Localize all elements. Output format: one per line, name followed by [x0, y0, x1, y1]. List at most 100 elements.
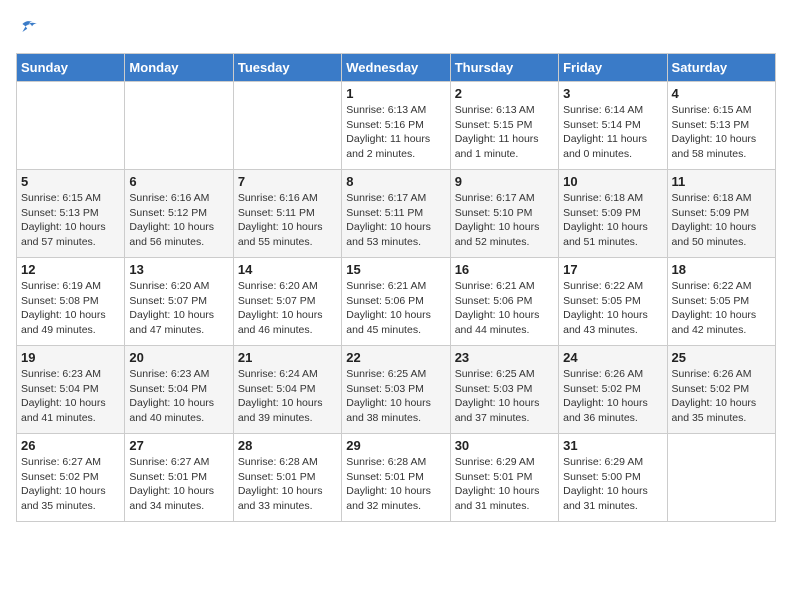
cell-line: Sunset: 5:04 PM	[238, 383, 316, 395]
day-number: 3	[563, 86, 662, 101]
cell-line: Daylight: 10 hours	[21, 485, 106, 497]
cell-line: Sunset: 5:02 PM	[21, 471, 99, 483]
day-number: 7	[238, 174, 337, 189]
cell-content: Sunrise: 6:19 AMSunset: 5:08 PMDaylight:…	[21, 279, 120, 338]
cell-line: Sunset: 5:11 PM	[238, 207, 315, 219]
cell-line: Sunrise: 6:22 AM	[672, 280, 752, 292]
cell-content: Sunrise: 6:22 AM Sunset: 5:05 PM Daylight:…	[672, 279, 771, 338]
cell-line: Daylight: 10 hours	[563, 309, 648, 321]
day-header-friday: Friday	[559, 54, 667, 82]
calendar-week-row: 12Sunrise: 6:19 AMSunset: 5:08 PMDayligh…	[17, 258, 776, 346]
cell-line: and 35 minutes.	[672, 412, 747, 424]
cell-content: Sunrise: 6:20 AMSunset: 5:07 PMDaylight:…	[238, 279, 337, 338]
cell-content: Sunrise: 6:20 AMSunset: 5:07 PMDaylight:…	[129, 279, 228, 338]
cell-line: Sunset: 5:16 PM	[346, 119, 424, 131]
calendar-cell: 3Sunrise: 6:14 AMSunset: 5:14 PMDaylight…	[559, 82, 667, 170]
day-number: 6	[129, 174, 228, 189]
day-number: 1	[346, 86, 445, 101]
cell-line: Sunrise: 6:29 AM	[455, 456, 535, 468]
cell-line: Sunrise: 6:16 AM	[238, 192, 318, 204]
cell-line: Sunrise: 6:15 AM	[21, 192, 101, 204]
day-number: 20	[129, 350, 228, 365]
day-header-wednesday: Wednesday	[342, 54, 450, 82]
calendar-cell: 20 Sunrise: 6:23 AMSunset: 5:04 PMDayligh…	[125, 346, 233, 434]
cell-line: Daylight: 11 hours	[346, 133, 430, 145]
cell-line: and 2 minutes.	[346, 148, 415, 160]
calendar-cell: 11Sunrise: 6:18 AMSunset: 5:09 PMDayligh…	[667, 170, 775, 258]
cell-line: Daylight: 10 hours	[563, 221, 648, 233]
cell-line: and 41 minutes.	[21, 412, 96, 424]
cell-line: Sunset: 5:01 PM	[238, 471, 316, 483]
cell-line: Daylight: 10 hours	[346, 309, 431, 321]
cell-line: Sunrise: 6:26 AM	[563, 368, 643, 380]
day-number: 16	[455, 262, 554, 277]
cell-line: Daylight: 10 hours	[238, 309, 323, 321]
calendar-cell: 30Sunrise: 6:29 AMSunset: 5:01 PMDayligh…	[450, 434, 558, 522]
cell-line: Daylight: 11 hours	[455, 133, 539, 145]
calendar-cell: 8 Sunrise: 6:17 AMSunset: 5:11 PMDaylight…	[342, 170, 450, 258]
cell-line: and 47 minutes.	[129, 324, 204, 336]
cell-line: Sunrise: 6:25 AM	[455, 368, 535, 380]
cell-line: and 1 minute.	[455, 148, 519, 160]
cell-line: Sunrise: 6:17 AM	[455, 192, 535, 204]
cell-line: Sunset: 5:14 PM	[563, 119, 641, 131]
cell-content: Sunrise: 6:16 AM Sunset: 5:11 PM Daylight:…	[238, 191, 337, 250]
cell-line: and 38 minutes.	[346, 412, 421, 424]
calendar-cell: 23Sunrise: 6:25 AMSunset: 5:03 PMDayligh…	[450, 346, 558, 434]
day-header-monday: Monday	[125, 54, 233, 82]
page-header	[16, 16, 776, 45]
cell-content: Sunrise: 6:14 AMSunset: 5:14 PMDaylight:…	[563, 103, 662, 162]
cell-line: Sunset: 5:13 PM	[672, 119, 750, 131]
calendar-cell: 21Sunrise: 6:24 AMSunset: 5:04 PMDayligh…	[233, 346, 341, 434]
cell-line: Sunrise: 6:25 AM	[346, 368, 426, 380]
cell-line: Daylight: 10 hours	[238, 221, 323, 233]
cell-line: Daylight: 10 hours	[563, 397, 648, 409]
cell-line: Sunrise: 6:19 AM	[21, 280, 101, 292]
cell-line: Daylight: 10 hours	[21, 397, 106, 409]
calendar-cell: 25Sunrise: 6:26 AMSunset: 5:02 PMDayligh…	[667, 346, 775, 434]
calendar-cell: 10Sunrise: 6:18 AMSunset: 5:09 PMDayligh…	[559, 170, 667, 258]
cell-line: Sunrise: 6:26 AM	[672, 368, 752, 380]
calendar-week-row: 26Sunrise: 6:27 AMSunset: 5:02 PMDayligh…	[17, 434, 776, 522]
cell-line: Sunset: 5:09 PM	[563, 207, 641, 219]
day-number: 5	[21, 174, 120, 189]
cell-line: Sunrise: 6:21 AM	[346, 280, 426, 292]
cell-content: Sunrise: 6:13 AM Sunset: 5:16 PM Daylight:…	[346, 103, 445, 162]
cell-line: Sunrise: 6:14 AM	[563, 104, 643, 116]
day-number: 26	[21, 438, 120, 453]
cell-line: Daylight: 10 hours	[346, 485, 431, 497]
cell-line: Sunrise: 6:29 AM	[563, 456, 643, 468]
cell-line: and 43 minutes.	[563, 324, 638, 336]
cell-line: Daylight: 10 hours	[129, 397, 214, 409]
cell-line: and 0 minutes.	[563, 148, 632, 160]
cell-line: and 52 minutes.	[455, 236, 530, 248]
cell-line: Daylight: 10 hours	[672, 309, 757, 321]
cell-content: Sunrise: 6:23 AMSunset: 5:04 PMDaylight:…	[129, 367, 228, 426]
cell-line: Daylight: 10 hours	[672, 133, 757, 145]
cell-line: Daylight: 10 hours	[455, 309, 540, 321]
cell-line: and 31 minutes.	[563, 500, 638, 512]
cell-content: Sunrise: 6:21 AMSunset: 5:06 PMDaylight:…	[346, 279, 445, 338]
calendar-cell: 5Sunrise: 6:15 AMSunset: 5:13 PMDaylight…	[17, 170, 125, 258]
calendar-cell: 1 Sunrise: 6:13 AM Sunset: 5:16 PM Daylight…	[342, 82, 450, 170]
day-number: 11	[672, 174, 771, 189]
cell-line: and 45 minutes.	[346, 324, 421, 336]
cell-line: Daylight: 10 hours	[346, 397, 431, 409]
cell-content: Sunrise: 6:17 AMSunset: 5:11 PMDaylight:…	[346, 191, 445, 250]
cell-line: Sunset: 5:05 PM	[672, 295, 750, 307]
cell-line: and 31 minutes.	[455, 500, 530, 512]
day-number: 14	[238, 262, 337, 277]
day-number: 30	[455, 438, 554, 453]
cell-content: Sunrise: 6:13 AMSunset: 5:15 PMDaylight:…	[455, 103, 554, 162]
calendar-week-row: 5Sunrise: 6:15 AMSunset: 5:13 PMDaylight…	[17, 170, 776, 258]
calendar-week-row: 19Sunrise: 6:23 AMSunset: 5:04 PMDayligh…	[17, 346, 776, 434]
cell-line: and 44 minutes.	[455, 324, 530, 336]
cell-line: Sunrise: 6:23 AM	[21, 368, 101, 380]
cell-line: Sunrise: 6:13 AM	[346, 104, 426, 116]
cell-line: and 35 minutes.	[21, 500, 96, 512]
cell-content: Sunrise: 6:17 AMSunset: 5:10 PMDaylight:…	[455, 191, 554, 250]
cell-line: and 49 minutes.	[21, 324, 96, 336]
cell-line: and 55 minutes.	[238, 236, 313, 248]
calendar-header-row: SundayMondayTuesdayWednesdayThursdayFrid…	[17, 54, 776, 82]
day-number: 8	[346, 174, 445, 189]
